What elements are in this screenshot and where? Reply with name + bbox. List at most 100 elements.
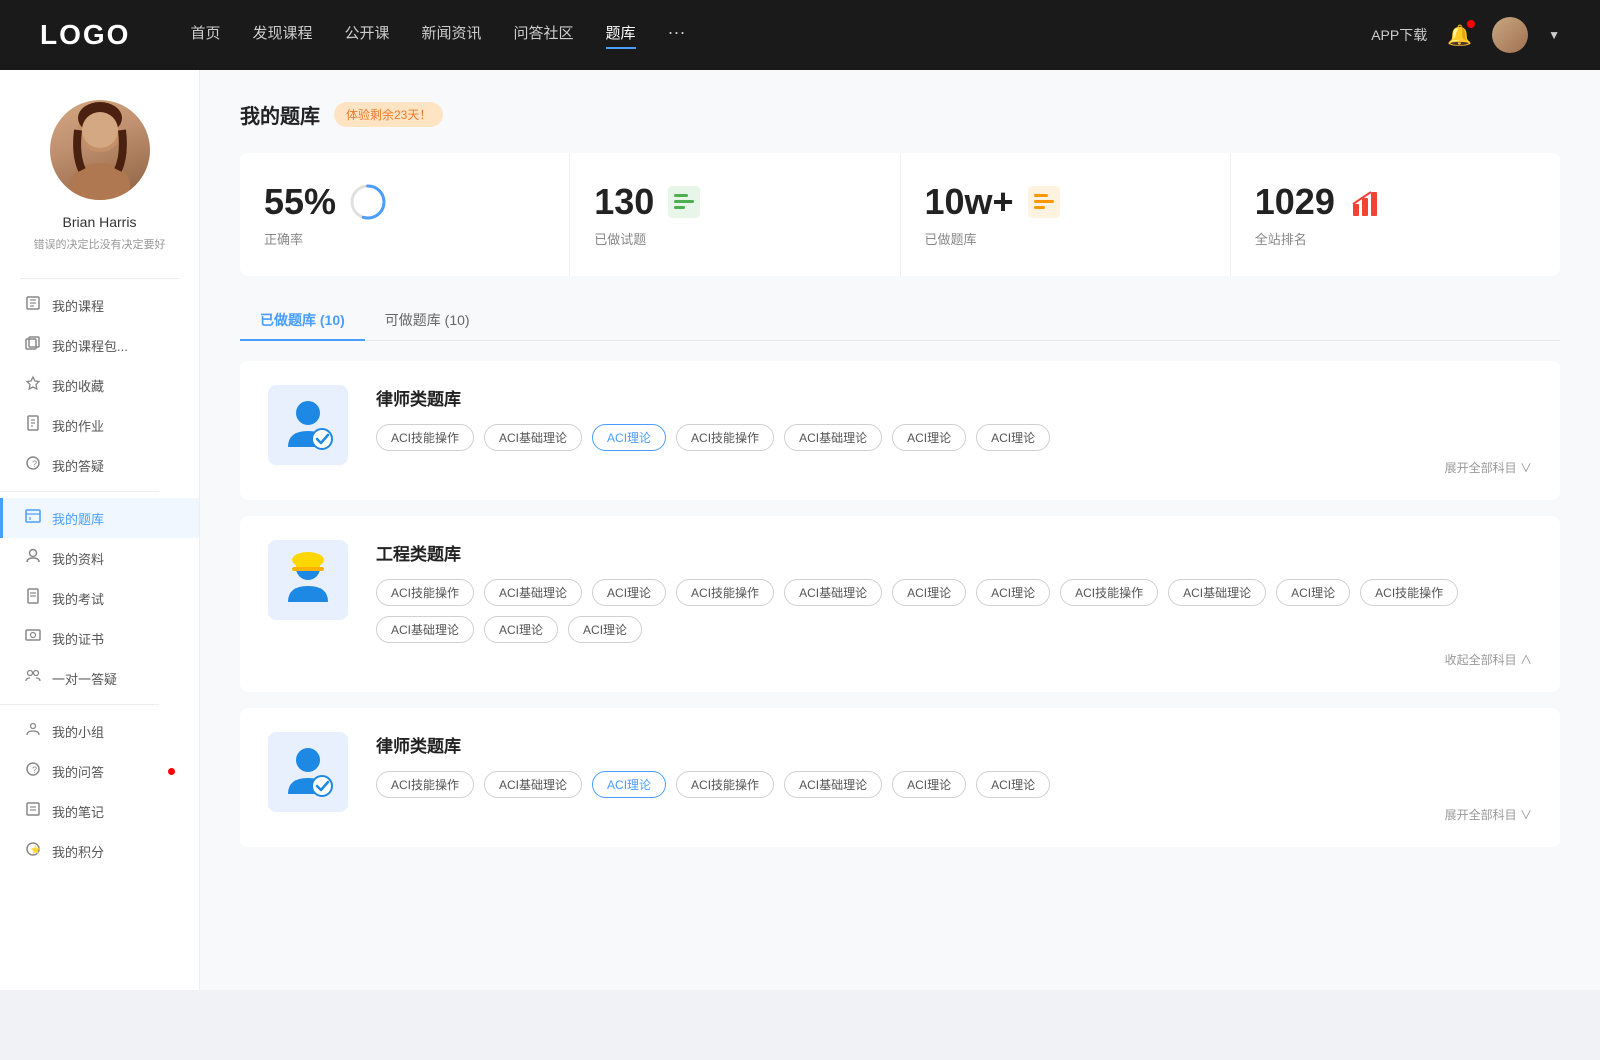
tag-0-1[interactable]: ACI基础理论 xyxy=(484,424,582,451)
tag-2-6[interactable]: ACI理论 xyxy=(976,771,1050,798)
lawyer-icon-svg xyxy=(278,395,338,455)
tag-0-4[interactable]: ACI基础理论 xyxy=(784,424,882,451)
sidebar-item-profile[interactable]: 我的资料 xyxy=(0,538,199,578)
sidebar-item-notes[interactable]: 我的笔记 xyxy=(0,791,199,831)
nav-app-download[interactable]: APP下载 xyxy=(1371,25,1427,45)
sidebar-label-exam: 我的考试 xyxy=(52,589,175,608)
sidebar-item-my-qa[interactable]: ? 我的问答 xyxy=(0,751,199,791)
tag-1-7[interactable]: ACI技能操作 xyxy=(1060,579,1158,606)
tag-2-4[interactable]: ACI基础理论 xyxy=(784,771,882,798)
nav-open-course[interactable]: 公开课 xyxy=(344,22,389,49)
tag-2-0[interactable]: ACI技能操作 xyxy=(376,771,474,798)
favorites-icon xyxy=(24,375,42,395)
qa-red-dot xyxy=(168,768,175,775)
bank-icon-engineer xyxy=(268,540,348,620)
logo: LOGO xyxy=(40,19,130,51)
tag-1-0[interactable]: ACI技能操作 xyxy=(376,579,474,606)
svg-text:?: ? xyxy=(32,765,37,775)
stat-done-value: 130 xyxy=(594,181,654,223)
sidebar-label-certificate: 我的证书 xyxy=(52,629,175,648)
sidebar-divider-top xyxy=(20,278,179,279)
trial-badge: 体验剩余23天！ xyxy=(334,102,443,127)
nav-dropdown-arrow[interactable]: ▼ xyxy=(1548,28,1560,42)
sidebar-item-bank[interactable]: 我的题库 xyxy=(0,498,199,538)
bar-red-icon xyxy=(1347,184,1383,220)
sidebar-label-notes: 我的笔记 xyxy=(52,802,175,821)
navbar: LOGO 首页 发现课程 公开课 新闻资讯 问答社区 题库 ··· APP下载 … xyxy=(0,0,1600,70)
lawyer-icon-svg-2 xyxy=(278,742,338,802)
nav-more[interactable]: ··· xyxy=(668,22,686,49)
sidebar-label-favorites: 我的收藏 xyxy=(52,376,175,395)
tag-2-5[interactable]: ACI理论 xyxy=(892,771,966,798)
sidebar-menu: 我的课程 我的课程包... 我的收藏 我的作业 xyxy=(0,285,199,871)
tag-0-3[interactable]: ACI技能操作 xyxy=(676,424,774,451)
tag-2-1[interactable]: ACI基础理论 xyxy=(484,771,582,798)
sidebar-item-qa[interactable]: ? 我的答疑 xyxy=(0,445,199,485)
bell-icon: 🔔 xyxy=(1447,25,1472,47)
sidebar-divider-mid xyxy=(0,491,159,492)
sidebar-label-course-pack: 我的课程包... xyxy=(52,336,175,355)
tag-0-0[interactable]: ACI技能操作 xyxy=(376,424,474,451)
tag-1-12[interactable]: ACI理论 xyxy=(484,616,558,643)
user-motto: 错误的决定比没有决定要好 xyxy=(24,236,176,252)
nav-qa[interactable]: 问答社区 xyxy=(514,22,574,49)
tag-1-4[interactable]: ACI基础理论 xyxy=(784,579,882,606)
tag-1-8[interactable]: ACI基础理论 xyxy=(1168,579,1266,606)
bank-tags-engineer-row1: ACI技能操作 ACI基础理论 ACI理论 ACI技能操作 ACI基础理论 ACI理论 AC… xyxy=(376,579,1532,643)
stat-accuracy: 55% 正确率 xyxy=(240,153,570,276)
page-title: 我的题库 xyxy=(240,100,320,129)
user-name: Brian Harris xyxy=(63,214,137,230)
nav-links: 首页 发现课程 公开课 新闻资讯 问答社区 题库 ··· xyxy=(190,22,1371,49)
nav-avatar[interactable] xyxy=(1492,17,1528,53)
sidebar-divider-bottom xyxy=(0,704,159,705)
tab-done-banks[interactable]: 已做题库 (10) xyxy=(240,300,365,340)
stat-ranking-label: 全站排名 xyxy=(1255,229,1536,248)
tag-1-13[interactable]: ACI理论 xyxy=(568,616,642,643)
tag-1-10[interactable]: ACI技能操作 xyxy=(1360,579,1458,606)
tag-0-2[interactable]: ACI理论 xyxy=(592,424,666,451)
tag-0-6[interactable]: ACI理论 xyxy=(976,424,1050,451)
list-orange-icon xyxy=(1026,184,1062,220)
sidebar-item-favorites[interactable]: 我的收藏 xyxy=(0,365,199,405)
sidebar-item-course-pack[interactable]: 我的课程包... xyxy=(0,325,199,365)
sidebar-item-one-on-one[interactable]: 一对一答疑 xyxy=(0,658,199,698)
tab-available-banks[interactable]: 可做题库 (10) xyxy=(365,300,490,340)
tag-1-11[interactable]: ACI基础理论 xyxy=(376,616,474,643)
tag-1-2[interactable]: ACI理论 xyxy=(592,579,666,606)
list-green-icon xyxy=(666,184,702,220)
nav-bell-button[interactable]: 🔔 xyxy=(1447,23,1472,48)
sidebar-item-points[interactable]: ⭐ 我的积分 xyxy=(0,831,199,871)
sidebar-item-my-courses[interactable]: 我的课程 xyxy=(0,285,199,325)
page-header: 我的题库 体验剩余23天！ xyxy=(240,100,1560,129)
nav-news[interactable]: 新闻资讯 xyxy=(422,22,482,49)
expand-btn-lawyer-2[interactable]: 展开全部科目 ∨ xyxy=(376,806,1532,823)
nav-home[interactable]: 首页 xyxy=(190,22,220,49)
tag-1-6[interactable]: ACI理论 xyxy=(976,579,1050,606)
tag-1-1[interactable]: ACI基础理论 xyxy=(484,579,582,606)
tag-1-9[interactable]: ACI理论 xyxy=(1276,579,1350,606)
tag-2-3[interactable]: ACI技能操作 xyxy=(676,771,774,798)
points-icon: ⭐ xyxy=(24,841,42,861)
group-icon xyxy=(24,721,42,741)
sidebar-item-homework[interactable]: 我的作业 xyxy=(0,405,199,445)
sidebar-label-my-qa: 我的问答 xyxy=(52,762,156,781)
tag-2-2[interactable]: ACI理论 xyxy=(592,771,666,798)
collapse-btn-engineer[interactable]: 收起全部科目 ∧ xyxy=(376,651,1532,668)
tag-0-5[interactable]: ACI理论 xyxy=(892,424,966,451)
stat-accuracy-label: 正确率 xyxy=(264,229,545,248)
nav-discover[interactable]: 发现课程 xyxy=(252,22,312,49)
nav-bank[interactable]: 题库 xyxy=(606,22,636,49)
sidebar-item-group[interactable]: 我的小组 xyxy=(0,711,199,751)
stat-done-banks: 10w+ 已做题库 xyxy=(901,153,1231,276)
course-pack-icon xyxy=(24,335,42,355)
sidebar-item-certificate[interactable]: 我的证书 xyxy=(0,618,199,658)
stat-banks-value: 10w+ xyxy=(925,181,1014,223)
one-on-one-icon xyxy=(24,668,42,688)
page-layout: Brian Harris 错误的决定比没有决定要好 我的课程 我的课程包... xyxy=(0,70,1600,990)
sidebar-item-exam[interactable]: 我的考试 xyxy=(0,578,199,618)
bank-tags-lawyer-1: ACI技能操作 ACI基础理论 ACI理论 ACI技能操作 ACI基础理论 ACI理论 AC… xyxy=(376,424,1532,451)
tabs-row: 已做题库 (10) 可做题库 (10) xyxy=(240,300,1560,341)
tag-1-5[interactable]: ACI理论 xyxy=(892,579,966,606)
expand-btn-lawyer-1[interactable]: 展开全部科目 ∨ xyxy=(376,459,1532,476)
tag-1-3[interactable]: ACI技能操作 xyxy=(676,579,774,606)
